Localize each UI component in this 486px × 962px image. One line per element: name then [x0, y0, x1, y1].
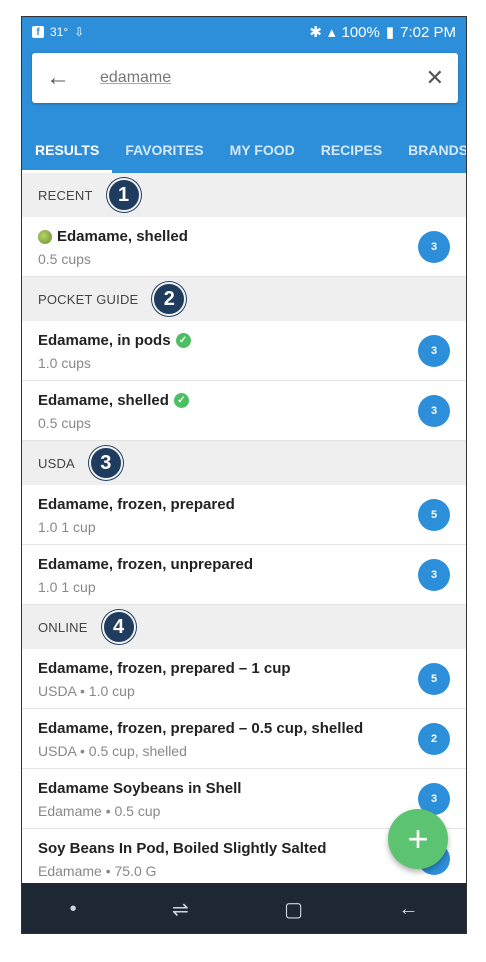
facebook-icon: f [32, 26, 44, 38]
count-badge: 3 [418, 231, 450, 263]
list-item[interactable]: Edamame, frozen, prepared – 1 cup USDA •… [22, 649, 466, 709]
item-name: Edamame, frozen, unprepared [38, 556, 254, 573]
check-icon: ✓ [173, 393, 189, 408]
list-item[interactable]: Edamame, frozen, prepared 1.0 1 cup 5 [22, 485, 466, 545]
back-arrow-icon[interactable]: ← [46, 64, 86, 92]
battery-level: 100% [341, 23, 380, 41]
section-title: RECENT [38, 187, 93, 203]
count-badge: 3 [418, 559, 450, 591]
callout-badge: 2 [152, 282, 187, 316]
clock: 7:02 PM [400, 23, 456, 41]
nav-dot-icon[interactable]: • [70, 898, 77, 921]
item-name: Edamame, in pods [38, 332, 171, 349]
results-list: RECENT 1 Edamame, shelled 0.5 cups 3 POC… [22, 173, 466, 889]
count-badge: 3 [418, 395, 450, 427]
tab-my-food[interactable]: MY FOOD [217, 127, 308, 173]
item-name: Edamame Soybeans in Shell [38, 780, 242, 797]
callout-badge: 4 [101, 610, 136, 644]
item-serving: 1.0 1 cup [38, 519, 96, 535]
bluetooth-icon: ✱ [309, 24, 322, 41]
phone-screen: f 31° ⇩ ✱ ▴ 100% ▮ 7:02 PM ← edamame ✕ R… [21, 16, 467, 934]
item-name: Edamame, shelled [38, 392, 169, 409]
item-serving: 0.5 cups [38, 415, 91, 431]
count-badge: 3 [418, 335, 450, 367]
app-header: ← edamame ✕ RESULTS FAVORITES MY FOOD RE… [22, 47, 466, 173]
fruit-icon [38, 229, 52, 244]
item-serving: 1.0 cups [38, 355, 91, 371]
battery-icon: ▮ [385, 24, 395, 41]
tab-brands[interactable]: BRANDS [395, 127, 466, 173]
callout-badge: 1 [106, 178, 141, 212]
recent-apps-icon[interactable]: ⇌ [172, 897, 189, 922]
clear-icon[interactable]: ✕ [426, 65, 444, 91]
search-bar[interactable]: ← edamame ✕ [32, 53, 458, 103]
download-icon: ⇩ [74, 25, 85, 39]
list-item[interactable]: Edamame, shelled ✓ 0.5 cups 3 [22, 381, 466, 441]
home-icon[interactable]: ▢ [284, 897, 303, 922]
tab-results[interactable]: RESULTS [22, 127, 113, 173]
item-serving: Edamame • 0.5 cup [38, 803, 161, 819]
check-icon: ✓ [175, 333, 191, 348]
item-name: Soy Beans In Pod, Boiled Slightly Salted [38, 840, 327, 857]
list-item[interactable]: Edamame, in pods ✓ 1.0 cups 3 [22, 321, 466, 381]
android-nav-bar: • ⇌ ▢ ← [22, 883, 466, 933]
list-item[interactable]: Edamame, frozen, prepared – 0.5 cup, she… [22, 709, 466, 769]
item-serving: Edamame • 75.0 G [38, 863, 157, 879]
temperature-text: 31° [50, 25, 69, 39]
item-serving: USDA • 1.0 cup [38, 683, 135, 699]
count-badge: 5 [418, 499, 450, 531]
section-header-usda: USDA 3 [22, 441, 466, 485]
add-food-button[interactable]: + [388, 809, 448, 869]
status-bar: f 31° ⇩ ✱ ▴ 100% ▮ 7:02 PM [22, 17, 466, 47]
section-title: USDA [38, 455, 75, 471]
tab-bar: RESULTS FAVORITES MY FOOD RECIPES BRANDS [22, 127, 466, 173]
count-badge: 2 [418, 723, 450, 755]
section-header-recent: RECENT 1 [22, 173, 466, 217]
tab-favorites[interactable]: FAVORITES [112, 127, 216, 173]
item-name: Edamame, frozen, prepared – 1 cup [38, 660, 291, 677]
item-serving: 0.5 cups [38, 251, 91, 267]
signal-icon: ▴ [327, 24, 336, 41]
item-serving: USDA • 0.5 cup, shelled [38, 743, 187, 759]
nav-back-icon[interactable]: ← [398, 898, 418, 921]
item-name: Edamame, frozen, prepared – 0.5 cup, she… [38, 720, 364, 737]
item-name: Edamame, frozen, prepared [38, 496, 235, 513]
section-header-online: ONLINE 4 [22, 605, 466, 649]
section-header-pocket-guide: POCKET GUIDE 2 [22, 277, 466, 321]
section-title: ONLINE [38, 619, 88, 635]
callout-badge: 3 [88, 446, 123, 480]
search-input[interactable]: edamame [100, 69, 426, 87]
count-badge: 5 [418, 663, 450, 695]
tab-recipes[interactable]: RECIPES [308, 127, 395, 173]
plus-icon: + [407, 818, 429, 859]
section-title: POCKET GUIDE [38, 291, 139, 307]
list-item[interactable]: Edamame, shelled 0.5 cups 3 [22, 217, 466, 277]
item-name: Edamame, shelled [57, 228, 188, 245]
list-item[interactable]: Edamame, frozen, unprepared 1.0 1 cup 3 [22, 545, 466, 605]
item-serving: 1.0 1 cup [38, 579, 96, 595]
